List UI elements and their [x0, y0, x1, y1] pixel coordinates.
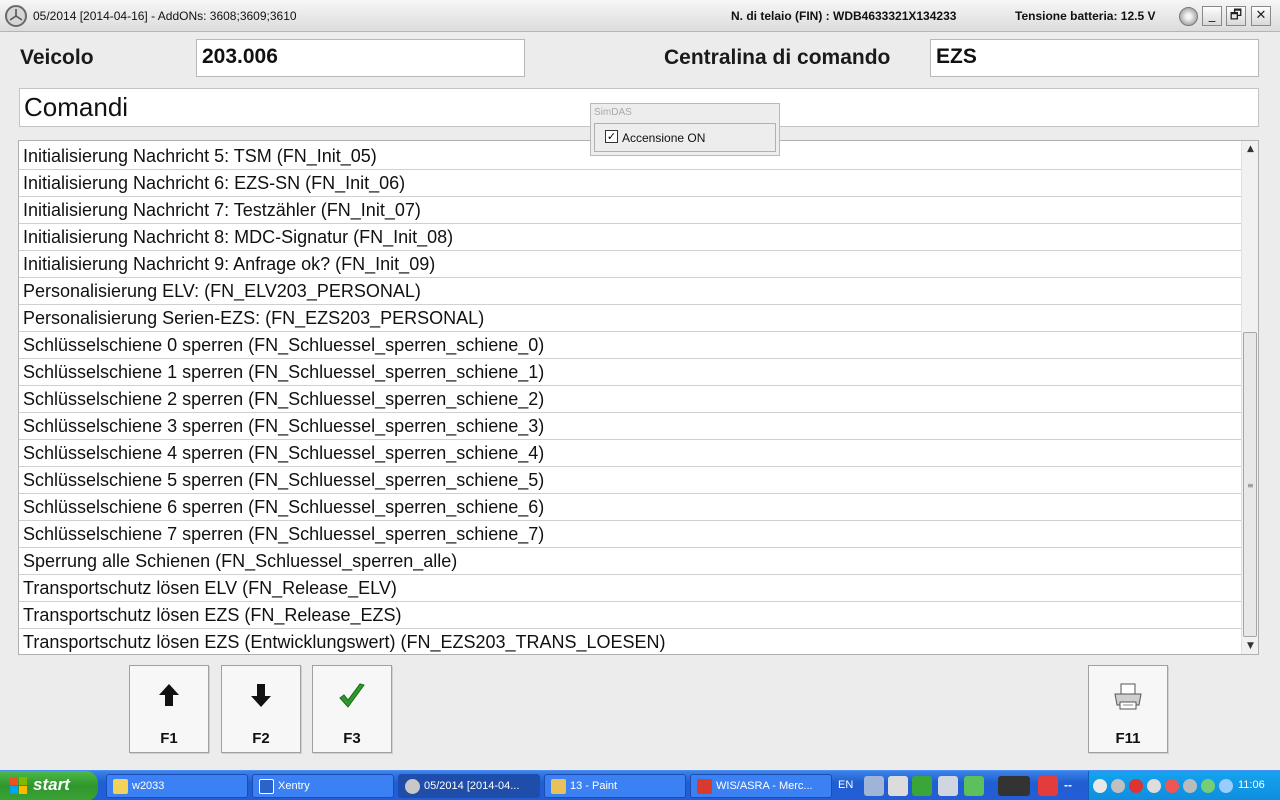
mercedes-star-icon [405, 779, 420, 794]
ignition-checkbox[interactable]: ✓ [605, 130, 618, 143]
f1-button[interactable]: F1 [129, 665, 209, 753]
f11-label: F11 [1115, 730, 1141, 747]
command-row[interactable]: Personalisierung Serien-EZS: (FN_EZS203_… [19, 305, 1241, 332]
taskbar-item-label: 05/2014 [2014-04... [424, 780, 520, 792]
f1-label: F1 [160, 730, 178, 747]
taskbar-item-label: Xentry [278, 780, 310, 792]
battery-voltage: Tensione batteria: 12.5 V [1015, 9, 1156, 23]
window-title: 05/2014 [2014-04-16] - AddONs: 3608;3609… [33, 9, 297, 23]
vertical-scrollbar[interactable]: ▲ ≡ ▼ [1241, 141, 1258, 654]
gauge-icon [1179, 7, 1198, 26]
command-row[interactable]: Transportschutz lösen EZS (FN_Release_EZ… [19, 602, 1241, 629]
quick-launch: -- [858, 774, 1088, 798]
scroll-thumb[interactable]: ≡ [1243, 332, 1257, 637]
language-indicator[interactable]: EN [838, 779, 853, 791]
simdas-panel[interactable]: SimDAS ✓ Accensione ON [590, 103, 780, 156]
checkmark-icon [313, 682, 391, 714]
ecu-field: EZS [930, 39, 1259, 77]
command-list[interactable]: Initialisierung Nachricht 5: TSM (FN_Ini… [18, 140, 1259, 655]
folder-icon [113, 779, 128, 794]
tool-icon[interactable] [1201, 779, 1215, 793]
title-bar[interactable]: 05/2014 [2014-04-16] - AddONs: 3608;3609… [0, 0, 1280, 32]
vehicle-field: 203.006 [196, 39, 525, 77]
command-row[interactable]: Schlüsselschiene 2 sperren (FN_Schluesse… [19, 386, 1241, 413]
paint-icon [551, 779, 566, 794]
start-label: start [33, 775, 70, 794]
command-row[interactable]: Schlüsselschiene 3 sperren (FN_Schluesse… [19, 413, 1241, 440]
clock: 11:06 [1238, 779, 1265, 791]
command-row[interactable]: Initialisierung Nachricht 8: MDC-Signatu… [19, 224, 1241, 251]
taskbar-item-w2033[interactable]: w2033 [106, 774, 248, 798]
simdas-group: ✓ Accensione ON [594, 123, 776, 152]
wireless-icon[interactable] [1147, 779, 1161, 793]
scroll-down-icon[interactable]: ▼ [1244, 639, 1257, 653]
network-icon[interactable] [864, 776, 884, 796]
sync-icon[interactable] [912, 776, 932, 796]
arrow-down-icon [222, 682, 300, 714]
scroll-up-icon[interactable]: ▲ [1244, 142, 1257, 156]
command-row[interactable]: Initialisierung Nachricht 6: EZS-SN (FN_… [19, 170, 1241, 197]
quick-launch-more[interactable]: -- [1064, 778, 1072, 792]
update-icon[interactable] [1219, 779, 1233, 793]
restore-button[interactable]: 🗗 [1226, 6, 1246, 26]
command-row[interactable]: Initialisierung Nachricht 9: Anfrage ok?… [19, 251, 1241, 278]
grip-icon: ≡ [1247, 481, 1254, 490]
f2-label: F2 [252, 730, 270, 747]
taskbar-item-label: 13 - Paint [570, 780, 618, 792]
command-row[interactable]: Transportschutz lösen ELV (FN_Release_EL… [19, 575, 1241, 602]
command-row[interactable]: Schlüsselschiene 1 sperren (FN_Schluesse… [19, 359, 1241, 386]
diagnosis-device-icon[interactable] [998, 776, 1030, 796]
connection-error-icon[interactable] [1165, 779, 1179, 793]
taskbar-item-label: WIS/ASRA - Merc... [716, 780, 813, 792]
command-row[interactable]: Schlüsselschiene 0 sperren (FN_Schluesse… [19, 332, 1241, 359]
command-row[interactable]: Schlüsselschiene 7 sperren (FN_Schluesse… [19, 521, 1241, 548]
command-row[interactable]: Initialisierung Nachricht 7: Testzähler … [19, 197, 1241, 224]
arrow-up-icon [130, 682, 208, 714]
tray-expand-icon[interactable] [1093, 779, 1107, 793]
vehicle-label: Veicolo [20, 46, 94, 69]
simdas-caption: SimDAS [594, 107, 632, 118]
command-rows: Initialisierung Nachricht 5: TSM (FN_Ini… [19, 143, 1241, 654]
disconnect-icon[interactable] [1038, 776, 1058, 796]
windows-logo-icon [10, 777, 27, 794]
signal-icon[interactable] [964, 776, 984, 796]
taskbar-item-xentry[interactable]: Xentry [252, 774, 394, 798]
f3-button[interactable]: F3 [312, 665, 392, 753]
network-status-icon[interactable] [1111, 779, 1125, 793]
command-row[interactable]: Schlüsselschiene 6 sperren (FN_Schluesse… [19, 494, 1241, 521]
command-row[interactable]: Sperrung alle Schienen (FN_Schluessel_sp… [19, 548, 1241, 575]
printer-icon [1089, 682, 1167, 714]
wis-icon [697, 779, 712, 794]
notebook-icon[interactable] [938, 776, 958, 796]
command-row[interactable]: Schlüsselschiene 4 sperren (FN_Schluesse… [19, 440, 1241, 467]
f2-button[interactable]: F2 [221, 665, 301, 753]
f11-button[interactable]: F11 [1088, 665, 1168, 753]
vin-display: N. di telaio (FIN) : WDB4633321X134233 [731, 9, 957, 23]
close-button[interactable]: ✕ [1251, 6, 1271, 26]
taskbar-item-paint[interactable]: 13 - Paint [544, 774, 686, 798]
settings-icon[interactable] [1183, 779, 1197, 793]
security-icon[interactable] [1129, 779, 1143, 793]
taskbar-item-das[interactable]: 05/2014 [2014-04... [398, 774, 540, 798]
start-button[interactable]: start [0, 771, 98, 800]
command-row[interactable]: Schlüsselschiene 5 sperren (FN_Schluesse… [19, 467, 1241, 494]
command-row[interactable]: Transportschutz lösen EZS (Entwicklungsw… [19, 629, 1241, 654]
email-icon[interactable] [888, 776, 908, 796]
ecu-label: Centralina di comando [664, 46, 891, 69]
minimize-button[interactable]: _ [1202, 6, 1222, 26]
taskbar-item-wis[interactable]: WIS/ASRA - Merc... [690, 774, 832, 798]
mercedes-star-icon [5, 5, 27, 27]
command-row[interactable]: Personalisierung ELV: (FN_ELV203_PERSONA… [19, 278, 1241, 305]
taskbar-item-label: w2033 [132, 780, 165, 792]
taskbar: start w2033 Xentry 05/2014 [2014-04... 1… [0, 770, 1280, 800]
ignition-checkbox-label[interactable]: Accensione ON [622, 131, 705, 145]
xentry-icon [259, 779, 274, 794]
f3-label: F3 [343, 730, 361, 747]
